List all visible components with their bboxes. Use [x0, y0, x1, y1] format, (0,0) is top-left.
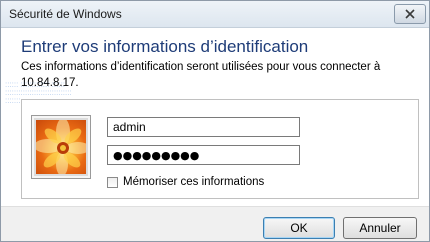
dialog-description: Ces informations d’identification seront…	[21, 61, 381, 89]
close-button[interactable]	[394, 4, 426, 24]
dialog-heading: Entrer vos informations d’identification	[21, 37, 309, 56]
title-bar[interactable]: Sécurité de Windows	[1, 1, 429, 28]
user-tile-flower-icon	[36, 120, 86, 174]
credentials-dialog: Sécurité de Windows Entrer vos informati…	[0, 0, 430, 242]
remember-checkbox[interactable]	[107, 176, 118, 188]
user-tile	[31, 115, 91, 179]
cancel-button[interactable]: Annuler	[343, 217, 417, 239]
close-icon	[405, 9, 415, 19]
password-field[interactable]: ●●●●●●●●●	[107, 145, 300, 165]
username-field[interactable]	[107, 117, 300, 137]
remember-row[interactable]: Mémoriser ces informations	[107, 176, 264, 188]
ok-button[interactable]: OK	[263, 217, 335, 239]
window-title: Sécurité de Windows	[9, 7, 122, 21]
button-bar: OK Annuler	[1, 206, 429, 241]
remember-label[interactable]: Mémoriser ces informations	[123, 176, 264, 188]
credential-panel: ●●●●●●●●● Mémoriser ces informations	[21, 99, 419, 199]
